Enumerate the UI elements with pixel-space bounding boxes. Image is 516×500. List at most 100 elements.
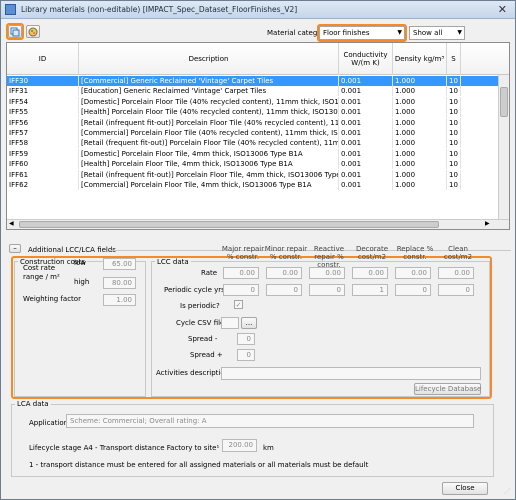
- is-periodic-checkbox[interactable]: ✓: [234, 300, 243, 309]
- table-row[interactable]: IFF31 [Education] Generic Reclaimed 'Vint…: [7, 86, 509, 97]
- table-row[interactable]: IFF56 [Retail (infrequent fit-out)] Porce…: [7, 117, 509, 128]
- lcc-rate-field[interactable]: 0.00: [352, 267, 388, 279]
- application-field[interactable]: Scheme: Commercial; Overall rating: A: [66, 414, 474, 428]
- lcc-cycle-field[interactable]: 0: [438, 284, 474, 296]
- lifecycle-database-button[interactable]: Lifecycle Database: [414, 383, 481, 395]
- weighting-factor-field[interactable]: 1.00: [103, 294, 136, 306]
- lcc-rate-field[interactable]: 0.00: [438, 267, 474, 279]
- table-cell: 1.000: [393, 148, 447, 159]
- header-s[interactable]: S: [447, 43, 461, 75]
- lcc-column-header: Replace % constr.: [396, 245, 434, 261]
- show-filter-value: Show all: [413, 29, 443, 37]
- table-cell: 10: [447, 76, 461, 86]
- table-cell: 0.001: [339, 96, 393, 107]
- table-cell: [Commercial] Porcelain Floor Tile (40% r…: [81, 128, 339, 138]
- table-row[interactable]: IFF30 [Commercial] Generic Reclaimed 'Vin…: [7, 76, 509, 86]
- lcc-column-header: Decorate cost/m2: [355, 245, 389, 261]
- copy-button[interactable]: [8, 25, 22, 38]
- activities-description-label: Activities description: [156, 369, 230, 377]
- table-cell: 10: [447, 138, 461, 149]
- table-cell: 10: [447, 159, 461, 170]
- additional-fields-label: Additional LCC/LCA fields: [28, 246, 116, 254]
- lcc-rate-field[interactable]: 0.00: [395, 267, 431, 279]
- lcc-column-header: Minor repair % constr.: [264, 245, 308, 261]
- lca-data-title: LCA data: [15, 400, 51, 408]
- table-cell: IFF55: [7, 107, 79, 118]
- table-row[interactable]: IFF55 [Health] Porcelain Floor Tile (40% …: [7, 107, 509, 118]
- materials-table[interactable]: ID Description Conductivity W/(m K) Dens…: [6, 42, 510, 230]
- activities-description-field[interactable]: [221, 367, 481, 380]
- low-label: low: [74, 259, 86, 267]
- table-cell: 1.000: [393, 117, 447, 128]
- table-cell: IFF31: [7, 86, 79, 97]
- lcc-cycle-field[interactable]: 0: [309, 284, 345, 296]
- table-row[interactable]: IFF58 [Retail (frequent fit-out)] Porcela…: [7, 138, 509, 149]
- header-id[interactable]: ID: [7, 43, 79, 75]
- table-cell: 0.001: [339, 128, 393, 138]
- scroll-left-icon[interactable]: ◀: [9, 220, 14, 227]
- transport-distance-field[interactable]: 200.00: [222, 439, 257, 452]
- close-window-icon[interactable]: ✕: [498, 3, 507, 16]
- table-cell: 1.000: [393, 159, 447, 170]
- lcc-rate-field[interactable]: 0.00: [266, 267, 302, 279]
- library-materials-window: Library materials (non-editable) [IMPACT…: [0, 0, 516, 500]
- table-cell: IFF56: [7, 117, 79, 128]
- close-button[interactable]: Close: [442, 482, 488, 495]
- cycle-csv-field[interactable]: [221, 317, 239, 329]
- collapse-toggle-button[interactable]: –: [9, 244, 21, 253]
- table-cell: IFF59: [7, 148, 79, 159]
- table-row[interactable]: IFF60 [Health] Porcelain Floor Tile, 4mm …: [7, 159, 509, 170]
- table-cell: 1.000: [393, 180, 447, 190]
- header-conductivity[interactable]: Conductivity W/(m K): [339, 43, 393, 75]
- table-cell: IFF60: [7, 159, 79, 170]
- show-filter-select[interactable]: Show all ▼: [409, 26, 465, 40]
- scroll-right-icon[interactable]: ▶: [485, 220, 490, 227]
- lcc-cycle-field[interactable]: 0: [266, 284, 302, 296]
- palette-button[interactable]: [26, 25, 40, 38]
- lcc-cycle-field[interactable]: 0: [395, 284, 431, 296]
- table-row[interactable]: IFF61 [Retail (infrequent fit-out)] Porce…: [7, 169, 509, 180]
- cost-low-field[interactable]: 65.00: [103, 258, 136, 270]
- chevron-down-icon: ▼: [397, 29, 402, 36]
- table-cell: [Commercial] Porcelain Floor Tile, 4mm t…: [79, 180, 339, 190]
- lcc-rate-field[interactable]: 0.00: [309, 267, 345, 279]
- header-description[interactable]: Description: [79, 43, 339, 75]
- spread-minus-field[interactable]: 0: [237, 333, 255, 345]
- lcc-data-title: LCC data: [155, 258, 191, 266]
- table-cell: 10: [447, 180, 461, 190]
- lcc-cycle-field[interactable]: 1: [352, 284, 388, 296]
- cycle-csv-label: Cycle CSV file: [176, 319, 225, 327]
- table-row[interactable]: IFF54 [Domestic] Porcelain Floor Tile (40…: [7, 96, 509, 107]
- header-density[interactable]: Density kg/m³: [393, 43, 447, 75]
- table-vertical-scrollbar[interactable]: [498, 75, 509, 229]
- table-horizontal-scrollbar[interactable]: ◀ ▶: [7, 219, 509, 229]
- table-row[interactable]: IFF59 [Domestic] Porcelain Floor Tile, 4m…: [7, 148, 509, 159]
- table-cell: IFF61: [7, 169, 79, 180]
- material-category-select[interactable]: Floor finishes ▼: [319, 26, 405, 40]
- table-cell: 0.001: [339, 148, 393, 159]
- table-cell: [Retail (frequent fit-out)] Porcelain Fl…: [81, 138, 339, 149]
- scroll-thumb[interactable]: [500, 87, 508, 117]
- table-cell: 1.000: [393, 86, 447, 97]
- table-cell: IFF30: [7, 76, 79, 86]
- table-cell: 0.001: [339, 180, 393, 190]
- resize-grip-icon[interactable]: ⋰: [504, 488, 510, 495]
- table-row[interactable]: IFF57 [Commercial] Porcelain Floor Tile (…: [7, 128, 509, 138]
- lcc-rate-field[interactable]: 0.00: [223, 267, 259, 279]
- lcc-column-header: Reactive repair % constr.: [313, 245, 345, 269]
- table-cell: [Education] Generic Reclaimed 'Vintage' …: [79, 86, 339, 97]
- table-row[interactable]: IFF62 [Commercial] Porcelain Floor Tile, …: [7, 180, 509, 190]
- table-cell: 0.001: [339, 86, 393, 97]
- table-cell: IFF57: [7, 128, 79, 138]
- transport-unit-label: km: [263, 444, 274, 452]
- browse-csv-button[interactable]: ...: [241, 317, 257, 329]
- scroll-thumb[interactable]: [19, 221, 439, 228]
- table-cell: [Health] Porcelain Floor Tile, 4mm thick…: [79, 159, 339, 170]
- cost-high-field[interactable]: 80.00: [103, 277, 136, 289]
- lcc-cycle-field[interactable]: 0: [223, 284, 259, 296]
- is-periodic-label: Is periodic?: [180, 302, 220, 310]
- spread-plus-field[interactable]: 0: [237, 349, 255, 361]
- table-cell: 0.001: [339, 169, 393, 180]
- table-cell: [Commercial] Generic Reclaimed 'Vintage'…: [79, 76, 339, 86]
- table-cell: 10: [447, 169, 461, 180]
